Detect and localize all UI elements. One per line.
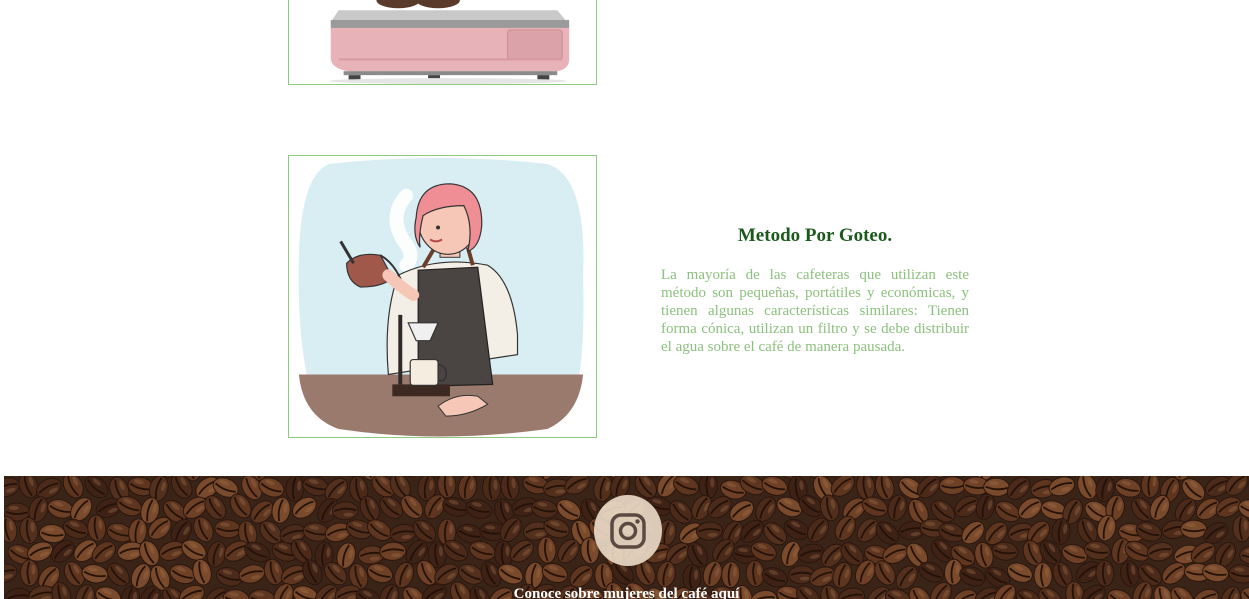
method-title: Metodo Por Goteo. [737, 225, 893, 246]
coffee-machine-image [288, 0, 597, 85]
footer: Conoce sobre mujeres del café aquí [4, 476, 1249, 599]
drip-coffee-image [288, 155, 597, 438]
footer-link[interactable]: Conoce sobre mujeres del café aquí [4, 585, 1249, 599]
method-section: Metodo Por Goteo. La mayoría de las cafe… [661, 224, 969, 356]
drip-coffee-illustration-icon [289, 156, 596, 437]
method-description: La mayoría de las cafeteras que utilizan… [661, 267, 969, 355]
instagram-button[interactable] [594, 495, 662, 566]
instagram-icon [610, 512, 646, 549]
coffee-machine-icon [289, 0, 596, 84]
